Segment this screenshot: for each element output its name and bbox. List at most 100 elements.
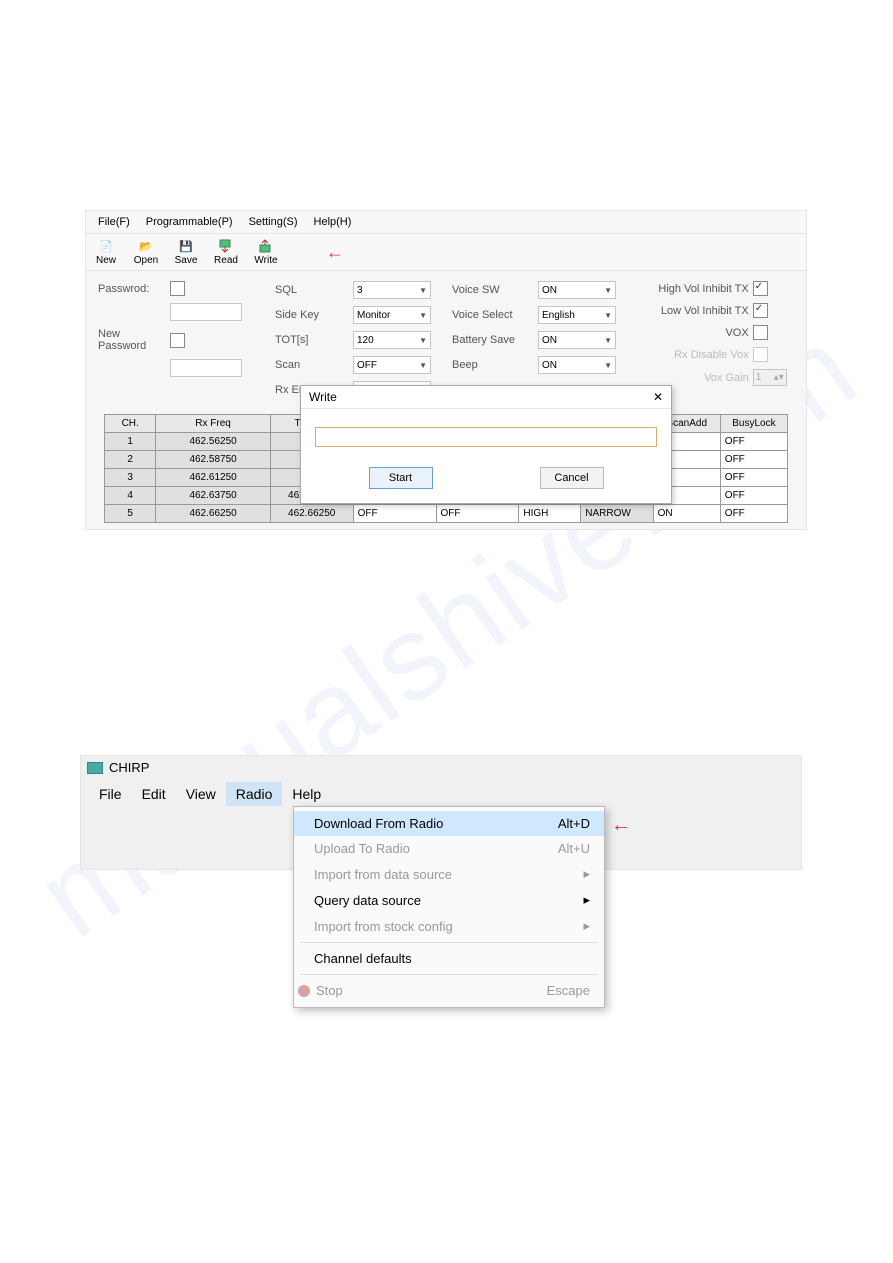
- beep-label: Beep: [452, 359, 538, 371]
- cell-ch: 2: [105, 451, 156, 469]
- battery-save-label: Battery Save: [452, 334, 538, 346]
- cell-rxfreq: 462.56250: [156, 433, 270, 451]
- col-ch: CH.: [105, 415, 156, 433]
- menu-item-label: Download From Radio: [314, 816, 443, 831]
- menu-file[interactable]: File(F): [90, 213, 138, 231]
- menu-view[interactable]: View: [176, 782, 226, 806]
- menu-item-channel-defaults[interactable]: Channel defaults: [294, 946, 604, 971]
- new-icon: 📄: [98, 238, 114, 254]
- menu-item-import-from-stock-config: Import from stock config ▸: [294, 913, 604, 939]
- save-icon: 💾: [178, 238, 194, 254]
- col-rxfreq: Rx Freq: [156, 415, 270, 433]
- password-checkbox[interactable]: [170, 281, 185, 296]
- high-vol-checkbox[interactable]: [753, 281, 768, 296]
- vox-gain-label: Vox Gain: [639, 372, 749, 384]
- progress-bar: [315, 427, 657, 447]
- menu-programmable[interactable]: Programmable(P): [138, 213, 241, 231]
- menu-item-query-data-source[interactable]: Query data source ▸: [294, 887, 604, 913]
- submenu-arrow-icon: ▸: [583, 918, 590, 934]
- table-row[interactable]: 5462.66250462.66250OFFOFFHIGHNARROWONOFF: [105, 505, 788, 523]
- beep-select[interactable]: ON▼: [538, 356, 616, 374]
- stop-icon: [298, 985, 310, 997]
- vox-checkbox[interactable]: [753, 325, 768, 340]
- sql-select[interactable]: 3▼: [353, 281, 431, 299]
- toolbar-write[interactable]: Write: [246, 236, 286, 268]
- menu-radio[interactable]: Radio: [226, 782, 283, 806]
- new-password-checkbox[interactable]: [170, 333, 185, 348]
- battery-save-select[interactable]: ON▼: [538, 331, 616, 349]
- menu-item-label: Import from stock config: [314, 919, 453, 934]
- voice-sw-label: Voice SW: [452, 284, 538, 296]
- cancel-button[interactable]: Cancel: [540, 467, 604, 489]
- cell-scanadd: ON: [653, 505, 720, 523]
- annotation-arrow-icon: ←: [611, 814, 631, 837]
- low-vol-label: Low Vol Inhibit TX: [639, 305, 749, 317]
- toolbar-open[interactable]: 📂Open: [126, 236, 166, 268]
- menu-item-label: Import from data source: [314, 867, 452, 882]
- menu-item-download-from-radio[interactable]: Download From Radio Alt+D: [294, 811, 604, 836]
- menu-shortcut: Alt+U: [558, 841, 590, 856]
- side-key-label: Side Key: [275, 309, 353, 321]
- scan-select[interactable]: OFF▼: [353, 356, 431, 374]
- menu-help[interactable]: Help: [282, 782, 331, 806]
- sql-label: SQL: [275, 284, 353, 296]
- menu-item-import-from-data-source: Import from data source▸: [294, 861, 604, 887]
- open-icon: 📂: [138, 238, 154, 254]
- cell-rxfreq: 462.61250: [156, 469, 270, 487]
- menu-shortcut: Escape: [547, 983, 590, 998]
- write-icon: [258, 238, 274, 254]
- cell-bw: NARROW: [581, 505, 653, 523]
- password-label: Passwrod:: [98, 283, 170, 295]
- low-vol-checkbox[interactable]: [753, 303, 768, 318]
- chirp-titlebar: CHIRP: [81, 756, 801, 779]
- cell-ch: 3: [105, 469, 156, 487]
- toolbar-new[interactable]: 📄New: [86, 236, 126, 268]
- close-icon[interactable]: ✕: [653, 390, 663, 404]
- voice-select-select[interactable]: English▼: [538, 306, 616, 324]
- toolbar-read[interactable]: Read: [206, 236, 246, 268]
- voice-select-label: Voice Select: [452, 309, 538, 321]
- cell-c4: OFF: [436, 505, 519, 523]
- cell-rxfreq: 462.66250: [156, 505, 270, 523]
- menu-file[interactable]: File: [89, 782, 132, 806]
- submenu-arrow-icon: ▸: [583, 892, 590, 908]
- menu-item-label: Stop: [316, 983, 343, 998]
- password-input[interactable]: [170, 303, 242, 321]
- menu-edit[interactable]: Edit: [132, 782, 176, 806]
- menu-setting[interactable]: Setting(S): [241, 213, 306, 231]
- menu-shortcut: Alt+D: [558, 816, 590, 831]
- cell-busylock: OFF: [720, 433, 787, 451]
- new-password-label: New Password: [98, 328, 170, 352]
- chirp-window: CHIRP File Edit View Radio Help Download…: [80, 755, 802, 870]
- dialog-title: Write: [309, 390, 337, 404]
- menu-item-label: Query data source: [314, 893, 421, 908]
- cell-busylock: OFF: [720, 451, 787, 469]
- side-key-select[interactable]: Monitor▼: [353, 306, 431, 324]
- app-title: CHIRP: [109, 760, 149, 775]
- cell-rxfreq: 462.58750: [156, 451, 270, 469]
- cell-rxfreq: 462.63750: [156, 487, 270, 505]
- radio-dropdown: Download From Radio Alt+D Upload To RadioA…: [293, 806, 605, 1008]
- vox-label: VOX: [639, 327, 749, 339]
- start-button[interactable]: Start: [369, 467, 433, 489]
- menu-help[interactable]: Help(H): [306, 213, 360, 231]
- annotation-arrow-icon: ←: [326, 242, 344, 263]
- voice-sw-select[interactable]: ON▼: [538, 281, 616, 299]
- toolbar-save[interactable]: 💾Save: [166, 236, 206, 268]
- menu-separator: [300, 974, 598, 975]
- cell-busylock: OFF: [720, 487, 787, 505]
- read-icon: [218, 238, 234, 254]
- cell-busylock: OFF: [720, 505, 787, 523]
- tot-select[interactable]: 120▼: [353, 331, 431, 349]
- new-password-input[interactable]: [170, 359, 242, 377]
- rx-disable-vox-checkbox: [753, 347, 768, 362]
- menu-item-stop: Stop Escape: [294, 978, 604, 1003]
- col-busylock: BusyLock: [720, 415, 787, 433]
- menubar: File(F) Programmable(P) Setting(S) Help(…: [86, 211, 806, 234]
- cell-ch: 5: [105, 505, 156, 523]
- menu-item-upload-to-radio: Upload To RadioAlt+U: [294, 836, 604, 861]
- cell-c5: HIGH: [519, 505, 581, 523]
- scan-label: Scan: [275, 359, 353, 371]
- cell-busylock: OFF: [720, 469, 787, 487]
- radio-programmer-window: File(F) Programmable(P) Setting(S) Help(…: [85, 210, 807, 530]
